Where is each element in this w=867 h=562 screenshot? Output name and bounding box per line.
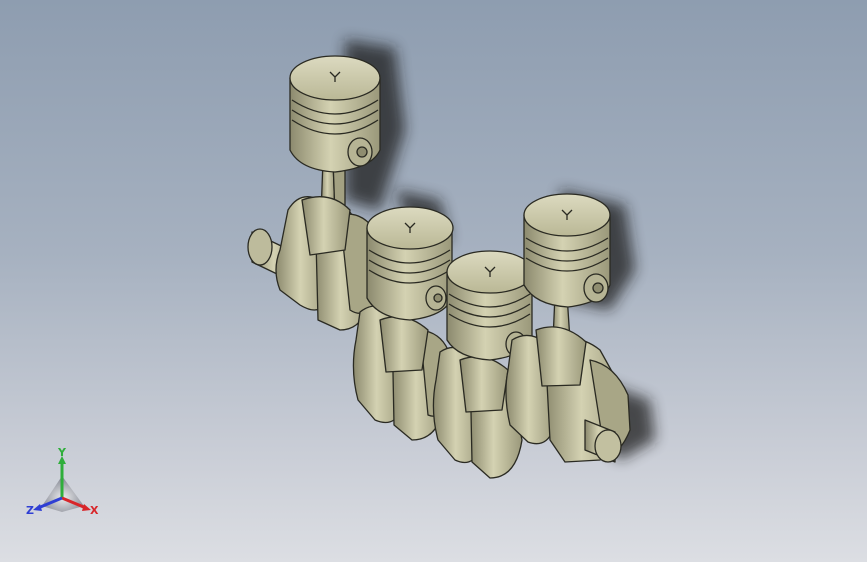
piston-2 — [366, 206, 454, 321]
x-axis-label: X — [90, 504, 99, 517]
y-axis-label: Y — [58, 446, 66, 459]
z-axis-label: Z — [26, 504, 34, 517]
connecting-rod-1 — [301, 159, 351, 256]
piston-4 — [523, 193, 611, 308]
z-axis-arrow — [33, 504, 42, 511]
crankshaft-assembly-model[interactable] — [0, 0, 867, 562]
view-orientation-triad[interactable]: Y X Z — [22, 446, 104, 526]
piston-1 — [289, 55, 381, 173]
graphics-viewport[interactable]: Y X Z — [0, 0, 867, 562]
connecting-rod-4 — [535, 294, 587, 387]
